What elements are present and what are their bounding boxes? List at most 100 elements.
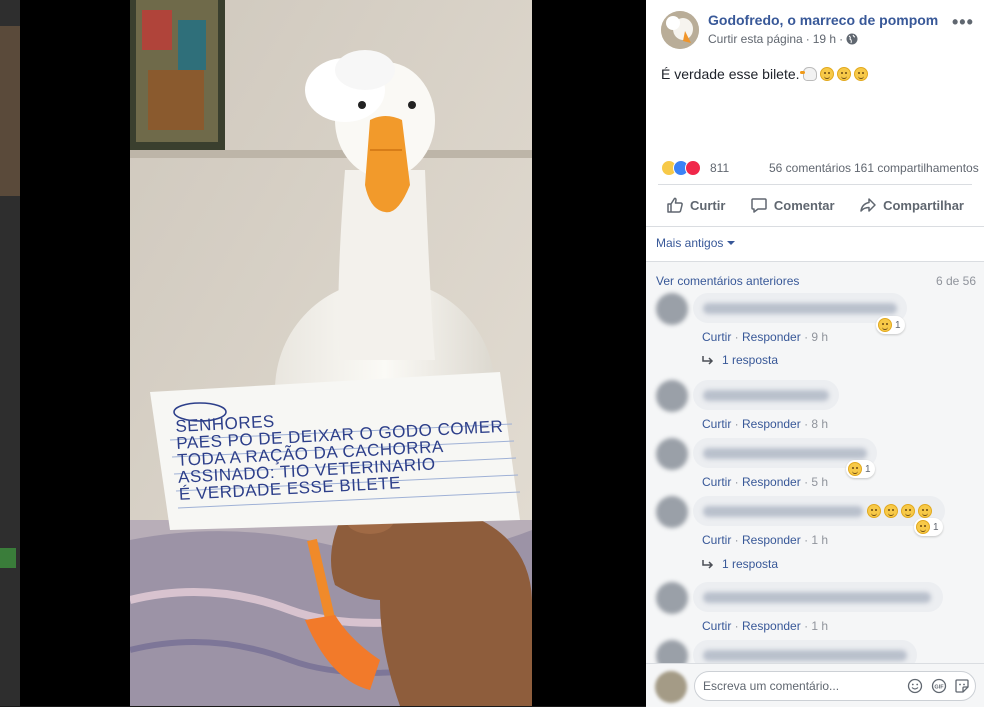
reply-arrow-icon	[702, 356, 714, 365]
comment-actions: Curtir · Responder · 5 h	[702, 475, 828, 489]
commenter-avatar[interactable]	[656, 640, 688, 664]
replies-count: 1 resposta	[722, 557, 779, 571]
comment-reaction-badge[interactable]: 1	[846, 460, 875, 478]
comment-actions: Curtir · Responder · 9 h	[702, 330, 828, 344]
comment-button[interactable]: Comentar	[742, 196, 843, 214]
smiling-face-emoji-icon	[836, 67, 851, 81]
commenter-avatar[interactable]	[656, 582, 688, 614]
sticker-icon[interactable]	[954, 678, 970, 694]
redacted-comment-text	[703, 650, 907, 661]
comment-time[interactable]: 9 h	[811, 330, 828, 344]
share-arrow-icon	[860, 198, 876, 212]
comment-like-link[interactable]: Curtir	[702, 417, 731, 431]
globe-icon	[846, 33, 858, 45]
commenter-avatar[interactable]	[656, 496, 688, 528]
comment-sort-label: Mais antigos	[656, 236, 724, 250]
comment-reply-link[interactable]: Responder	[742, 475, 801, 489]
reaction-icons[interactable]	[661, 160, 701, 176]
comment-reaction-badge[interactable]: 1	[914, 518, 943, 536]
like-button[interactable]: Curtir	[658, 196, 733, 214]
comment-reply-link[interactable]: Responder	[742, 417, 801, 431]
gif-icon[interactable]: GIF	[931, 678, 947, 694]
comment-like-link[interactable]: Curtir	[702, 330, 731, 344]
wow-reaction-icon	[878, 318, 892, 332]
comments-count-link[interactable]: 56 comentários	[769, 161, 851, 175]
shares-count-link[interactable]: 161 compartilhamentos	[854, 161, 979, 175]
separator: ·	[800, 475, 812, 489]
redacted-comment-text	[703, 592, 931, 603]
comment-reply-link[interactable]: Responder	[742, 533, 801, 547]
current-user-avatar	[655, 671, 687, 703]
replies-link[interactable]: 1 resposta	[702, 353, 778, 367]
page-avatar[interactable]	[661, 11, 699, 49]
svg-text:GIF: GIF	[934, 685, 944, 691]
comment-time[interactable]: 1 h	[811, 619, 828, 633]
comment-bubble[interactable]	[693, 582, 943, 612]
comment-time[interactable]: 8 h	[811, 417, 828, 431]
comment-reply-link[interactable]: Responder	[742, 330, 801, 344]
comment-bubble[interactable]	[693, 380, 839, 410]
haha-reaction-icon	[848, 462, 862, 476]
duck-avatar-icon	[661, 11, 699, 49]
separator: ·	[731, 417, 743, 431]
like-page-link[interactable]: Curtir esta página	[708, 32, 803, 46]
commenter-avatar[interactable]	[656, 438, 688, 470]
comment-reaction-badge[interactable]: 1	[876, 316, 905, 334]
redacted-comment-text	[703, 448, 867, 459]
comment-button-label: Comentar	[773, 197, 835, 213]
post-time[interactable]: 19 h	[813, 32, 836, 46]
laughing-emoji-icon	[901, 504, 915, 518]
comment-like-link[interactable]: Curtir	[702, 475, 731, 489]
unamused-face-emoji-icon	[819, 67, 834, 81]
comment-like-link[interactable]: Curtir	[702, 533, 731, 547]
reactions-count[interactable]: 811	[710, 161, 729, 175]
laughing-emoji-icon	[918, 504, 932, 518]
page-name-link[interactable]: Godofredo, o marreco de pompom	[708, 12, 938, 28]
comment-bubble[interactable]	[693, 293, 907, 323]
more-options-button[interactable]: •••	[952, 12, 974, 33]
comment-composer: Escreva um comentário... GIF	[646, 663, 984, 707]
background-green-button	[0, 548, 16, 568]
separator: ·	[800, 533, 812, 547]
comments-paging: 6 de 56	[935, 274, 976, 288]
laughing-emoji-icon	[884, 504, 898, 518]
commenter-avatar[interactable]	[656, 293, 688, 325]
separator: ·	[800, 619, 812, 633]
comment-sort-dropdown[interactable]: Mais antigos	[656, 236, 736, 250]
comment-actions: Curtir · Responder · 8 h	[702, 417, 828, 431]
post-sidebar: Godofredo, o marreco de pompom Curtir es…	[646, 0, 984, 707]
reactions-summary: 811 56 comentários 161 compartilhamentos	[661, 160, 979, 178]
comment-like-link[interactable]: Curtir	[702, 619, 731, 633]
caret-down-icon	[727, 241, 736, 245]
comment-time[interactable]: 1 h	[811, 533, 828, 547]
divider	[658, 184, 972, 185]
replies-link[interactable]: 1 resposta	[702, 557, 778, 571]
comment-bubble[interactable]	[693, 640, 917, 664]
post-photo[interactable]: SENHORES PAES PO DE DEIXAR O GODO COMER …	[130, 0, 532, 706]
redacted-comment-text	[703, 506, 863, 517]
separator: ·	[731, 475, 743, 489]
redacted-comment-text	[703, 390, 829, 401]
view-previous-comments-link[interactable]: Ver comentários anteriores	[656, 274, 799, 288]
comment-bubble[interactable]	[693, 496, 945, 526]
replies-count: 1 resposta	[722, 353, 779, 367]
comment-input-placeholder: Escreva um comentário...	[703, 679, 840, 693]
separator: ·	[800, 330, 812, 344]
share-button[interactable]: Compartilhar	[851, 196, 972, 214]
comment-input[interactable]: Escreva um comentário... GIF	[694, 671, 976, 701]
thumbs-up-icon	[667, 197, 683, 213]
duck-emoji-icon	[799, 67, 817, 81]
meta-separator: ·	[805, 32, 810, 46]
post-action-bar: Curtir Comentar Compartilhar	[658, 186, 972, 224]
post-meta: Curtir esta página · 19 h ·	[708, 32, 858, 46]
emoji-picker-icon[interactable]	[907, 678, 923, 694]
post-text: É verdade esse bilete.	[661, 66, 868, 82]
comment-reply-link[interactable]: Responder	[742, 619, 801, 633]
comment-time[interactable]: 5 h	[811, 475, 828, 489]
comment-reaction-count: 1	[933, 521, 939, 533]
post-text-body: É verdade esse bilete.	[661, 66, 800, 82]
comments-list[interactable]: Ver comentários anteriores 6 de 56 1 Cur…	[646, 261, 984, 664]
comment-reaction-count: 1	[895, 319, 901, 331]
separator: ·	[800, 417, 812, 431]
commenter-avatar[interactable]	[656, 380, 688, 412]
